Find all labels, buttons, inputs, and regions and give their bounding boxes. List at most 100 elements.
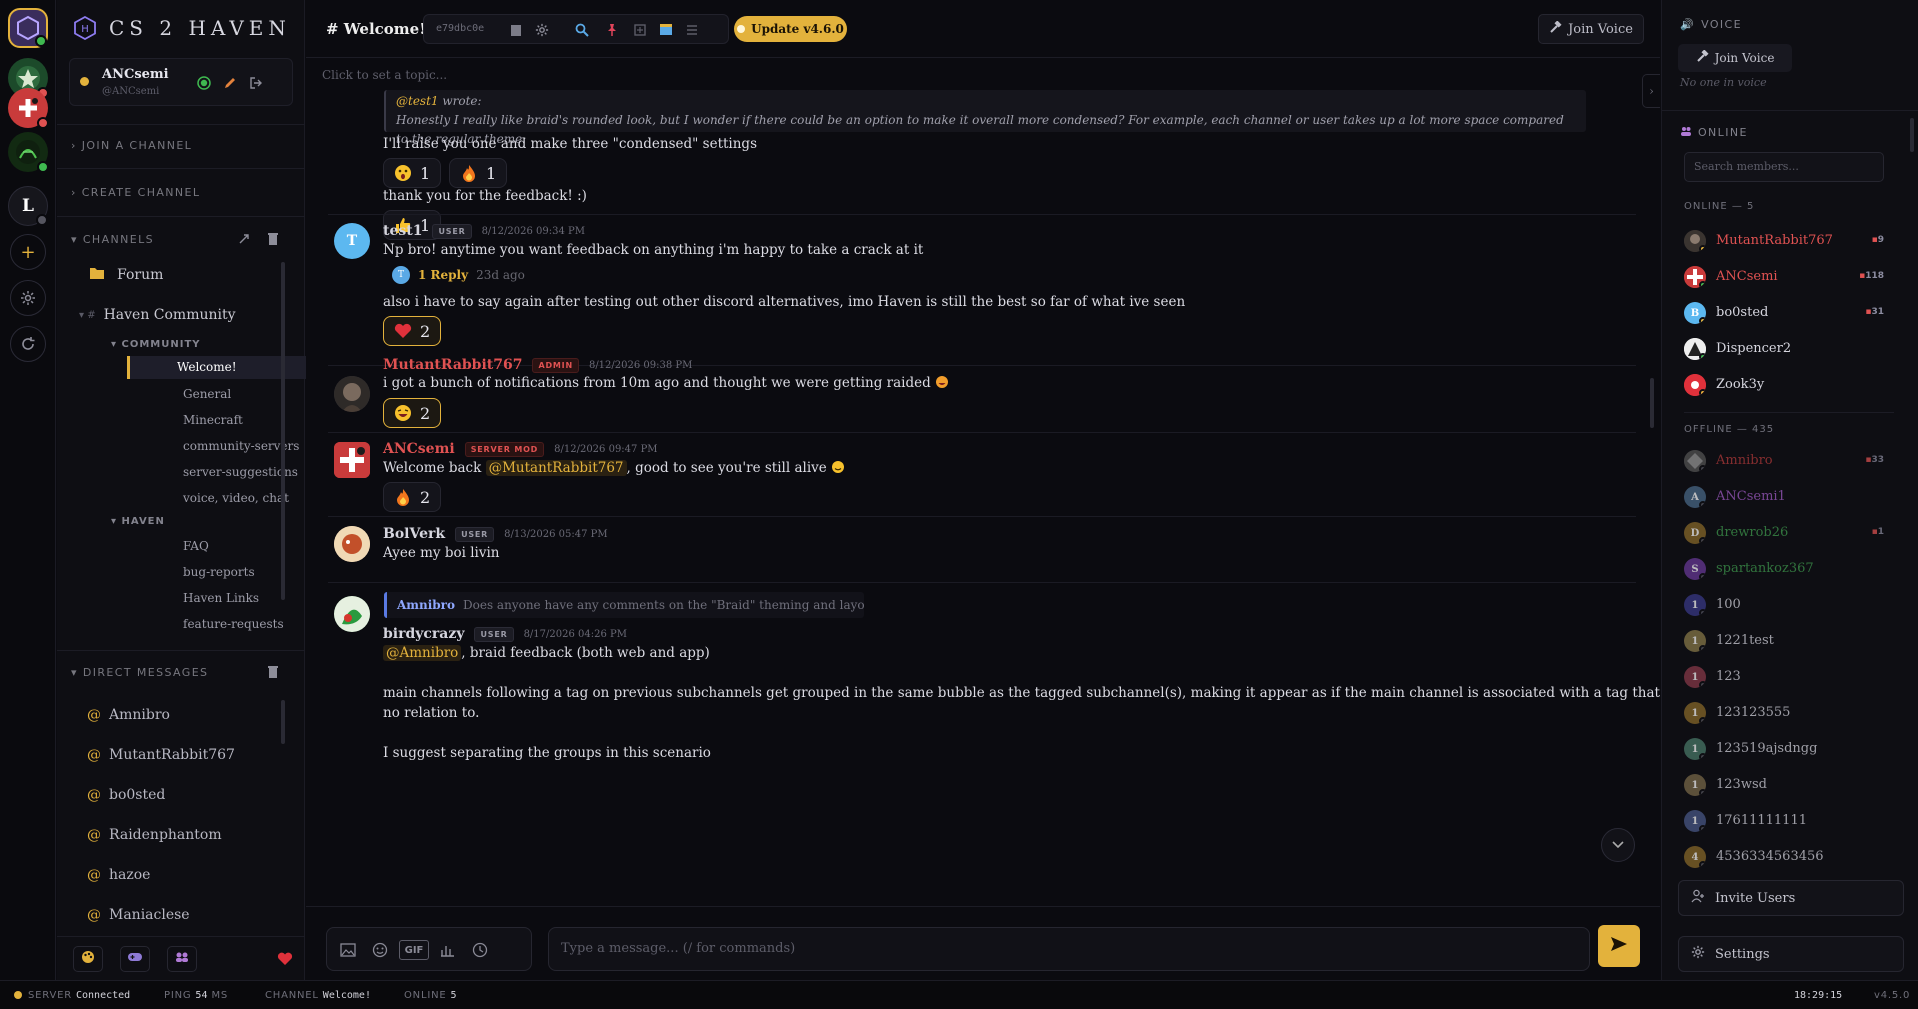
games-button[interactable] xyxy=(120,946,150,972)
refresh-button[interactable] xyxy=(10,326,46,362)
category-haven-community[interactable]: ▾ # Haven Community xyxy=(79,307,236,323)
reaction-fire[interactable]: 1 xyxy=(449,158,508,188)
channel-bug-reports[interactable]: bug-reports xyxy=(183,565,255,579)
quote-author[interactable]: @test1 xyxy=(396,94,439,108)
delete-channel-icon[interactable] xyxy=(267,232,279,250)
heart-icon[interactable] xyxy=(277,952,293,970)
dm-header[interactable]: ▾ DIRECT MESSAGES xyxy=(71,666,208,679)
member-offline[interactable]: 1 123 xyxy=(1684,664,1884,690)
author-name[interactable]: ANCsemi xyxy=(383,441,455,457)
member-offline[interactable]: 4 4536334563456 xyxy=(1684,844,1884,870)
channel-code[interactable]: e79dbc0e xyxy=(436,23,484,34)
member-offline[interactable]: 1 1221test xyxy=(1684,628,1884,654)
author-name[interactable]: MutantRabbit767 xyxy=(383,357,522,373)
send-button[interactable] xyxy=(1598,925,1640,967)
dm-item[interactable]: @ MutantRabbit767 xyxy=(87,747,235,763)
thread-reply-link[interactable]: T 1 Reply 23d ago xyxy=(392,266,525,284)
join-channel-toggle[interactable]: › JOIN A CHANNEL xyxy=(71,139,192,152)
dm-item[interactable]: @ Raidenphantom xyxy=(87,827,222,843)
edit-profile-icon[interactable] xyxy=(220,73,240,93)
add-server-button[interactable]: + xyxy=(10,234,46,270)
channel-faq[interactable]: FAQ xyxy=(183,539,209,553)
logout-icon[interactable] xyxy=(246,73,266,93)
reaction-heart[interactable]: 2 xyxy=(383,316,442,346)
dm-scrollbar[interactable] xyxy=(281,700,285,744)
panel-join-voice-button[interactable]: Join Voice xyxy=(1678,44,1792,72)
channel-haven-links[interactable]: Haven Links xyxy=(183,591,259,605)
update-button[interactable]: Update v4.6.0 xyxy=(734,16,847,42)
author-name[interactable]: BolVerk xyxy=(383,526,445,542)
channel-feature-requests[interactable]: feature-requests xyxy=(183,617,284,631)
subheader-haven[interactable]: ▾ HAVEN xyxy=(111,516,165,527)
theme-button[interactable] xyxy=(73,946,103,972)
member-search-input[interactable]: Search members... xyxy=(1684,152,1884,182)
channels-scrollbar[interactable] xyxy=(281,262,285,600)
user-mention[interactable]: @MutantRabbit767 xyxy=(485,460,627,476)
user-card[interactable]: ANCsemi @ANCsemi xyxy=(69,58,293,106)
settings-button[interactable]: Settings xyxy=(1678,936,1904,972)
author-name[interactable]: test1 xyxy=(383,223,422,239)
reaction-astonished[interactable]: 1 xyxy=(383,158,442,188)
copy-icon[interactable] xyxy=(508,22,524,38)
subheader-community[interactable]: ▾ COMMUNITY xyxy=(111,339,201,350)
member-offline[interactable]: 1 123wsd xyxy=(1684,772,1884,798)
message-list[interactable]: @test1 wrote: Honestly I really like bra… xyxy=(306,86,1660,896)
dm-item[interactable]: @ Maniaclese xyxy=(87,907,190,923)
gif-button[interactable]: GIF xyxy=(399,940,429,960)
reaction-fire[interactable]: 2 xyxy=(383,482,442,512)
member-online[interactable]: Bbo0sted ▪31 xyxy=(1684,300,1884,326)
emoji-picker-icon[interactable] xyxy=(369,940,391,960)
message-input[interactable]: Type a message... (/ for commands) xyxy=(548,927,1590,971)
poll-icon[interactable] xyxy=(437,940,459,960)
member-offline[interactable]: Sspartankoz367 xyxy=(1684,556,1884,582)
author-name[interactable]: birdycrazy xyxy=(383,626,464,642)
server-haven-logo[interactable] xyxy=(8,8,48,48)
user-mention[interactable]: @Amnibro xyxy=(383,645,462,661)
member-online[interactable]: Dispencer2 xyxy=(1684,336,1884,362)
invite-users-button[interactable]: Invite Users xyxy=(1678,880,1904,916)
message-scrollbar[interactable] xyxy=(1650,378,1654,428)
create-channel-toggle[interactable]: › CREATE CHANNEL xyxy=(71,186,200,199)
members-scrollbar[interactable] xyxy=(1910,118,1914,152)
member-offline[interactable]: Ddrewrob26 ▪1 xyxy=(1684,520,1884,546)
member-offline[interactable]: 1 123123555 xyxy=(1684,700,1884,726)
status-toggle-icon[interactable] xyxy=(194,73,214,93)
member-online[interactable]: Zook3y xyxy=(1684,372,1884,398)
friends-button[interactable] xyxy=(167,946,197,972)
channel-general[interactable]: General xyxy=(183,387,231,401)
menu-icon[interactable] xyxy=(684,22,700,38)
avatar[interactable]: T xyxy=(334,223,370,259)
avatar[interactable] xyxy=(334,526,370,562)
reply-reference[interactable]: Amnibro Does anyone have any comments on … xyxy=(384,592,864,618)
join-voice-button[interactable]: Join Voice xyxy=(1538,14,1644,44)
dm-item[interactable]: @ Amnibro xyxy=(87,707,170,723)
channel-minecraft[interactable]: Minecraft xyxy=(183,413,243,427)
server-icon-3[interactable] xyxy=(8,88,49,129)
member-offline[interactable]: 1 123519ajsdngg xyxy=(1684,736,1884,762)
channel-forum[interactable]: Forum xyxy=(89,266,163,284)
files-icon[interactable] xyxy=(632,22,648,38)
server-settings-button[interactable] xyxy=(10,280,46,316)
avatar[interactable] xyxy=(334,376,370,412)
member-offline[interactable]: Amnibro ▪33 xyxy=(1684,448,1884,474)
reaction-laughing[interactable]: 2 xyxy=(383,398,442,428)
member-online[interactable]: MutantRabbit767 ▪9 xyxy=(1684,228,1884,254)
avatar[interactable] xyxy=(334,442,370,478)
channels-header[interactable]: ▾ CHANNELS xyxy=(71,233,154,246)
dm-delete-icon[interactable] xyxy=(267,665,279,683)
scroll-to-bottom-button[interactable] xyxy=(1601,828,1635,862)
search-icon[interactable] xyxy=(574,22,590,38)
schedule-clock-icon[interactable] xyxy=(469,940,491,960)
sort-channels-icon[interactable] xyxy=(237,232,251,250)
server-home[interactable]: L xyxy=(8,186,48,226)
server-icon-4[interactable] xyxy=(8,132,49,173)
pin-icon[interactable] xyxy=(604,22,620,38)
member-offline[interactable]: 1 17611111111 xyxy=(1684,808,1884,834)
gear-icon[interactable] xyxy=(534,22,550,38)
channel-voice-video-chat[interactable]: voice, video, chat xyxy=(183,491,289,505)
avatar[interactable] xyxy=(334,596,370,632)
member-offline[interactable]: A ANCsemi1 xyxy=(1684,484,1884,510)
image-upload-icon[interactable] xyxy=(337,940,359,960)
member-online[interactable]: ANCsemi ▪118 xyxy=(1684,264,1884,290)
topic-input[interactable]: Click to set a topic... xyxy=(322,68,447,82)
